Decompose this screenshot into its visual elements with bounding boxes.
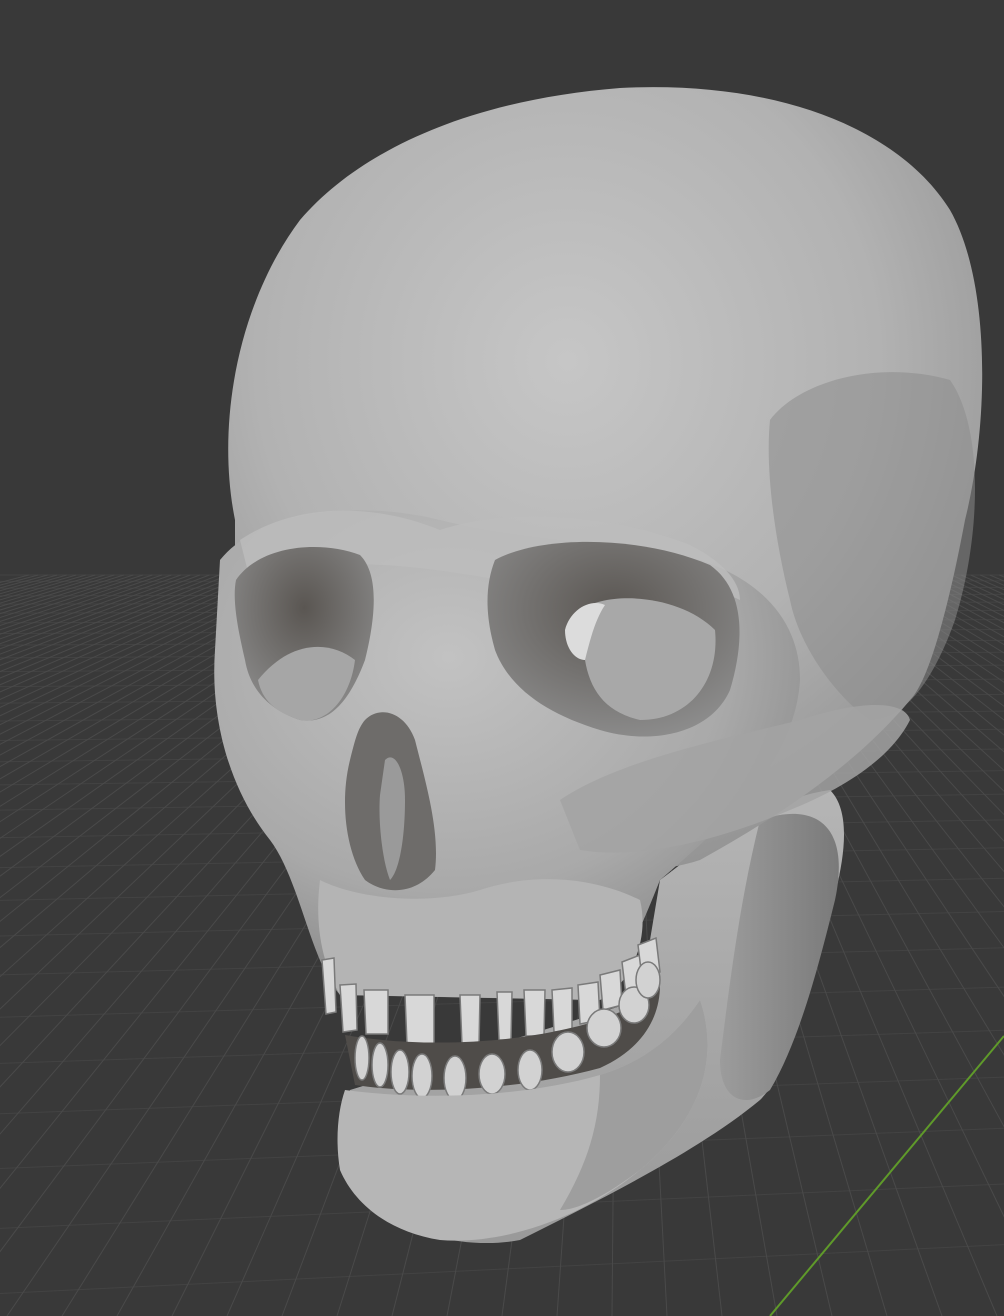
grid-line: [0, 1244, 1004, 1294]
grid-line: [941, 574, 1004, 606]
y-axis-line: [769, 1035, 1004, 1316]
grid-line: [960, 574, 1004, 596]
grid-line: [999, 574, 1004, 578]
3d-viewport[interactable]: [0, 0, 1004, 1316]
grid-line: [913, 574, 1004, 624]
skull-mesh[interactable]: [214, 87, 983, 1244]
grid-line: [970, 574, 1004, 591]
grid-line: [979, 574, 1004, 586]
grid-line: [922, 574, 1004, 617]
viewport-canvas[interactable]: [0, 0, 1004, 1316]
